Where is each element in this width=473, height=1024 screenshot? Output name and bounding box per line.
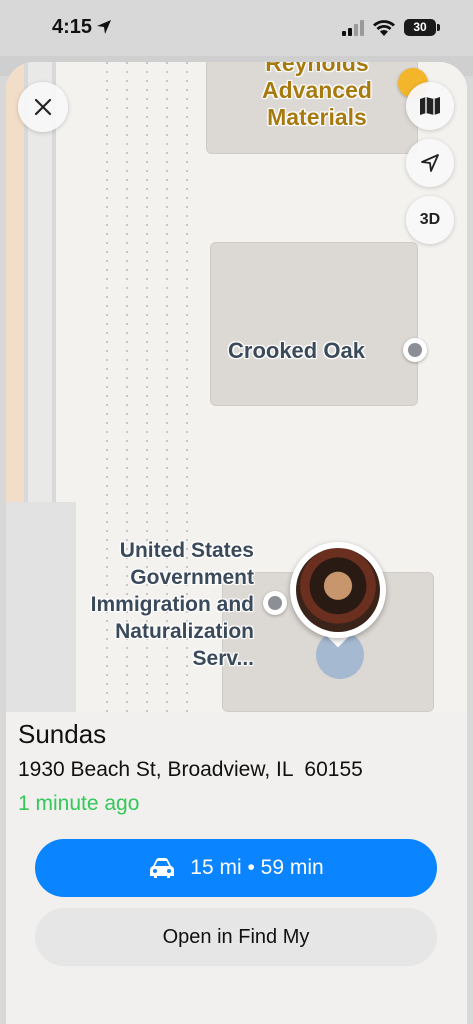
address: 1930 Beach St, Broadview, IL 60155: [18, 758, 363, 781]
map-icon: [420, 97, 440, 115]
directions-button[interactable]: 15 mi • 59 min: [35, 839, 437, 897]
open-in-find-my-button[interactable]: Open in Find My: [35, 908, 437, 966]
battery-nub: [437, 24, 440, 31]
person-name: Sundas: [18, 719, 107, 749]
map-mode-button[interactable]: [406, 82, 454, 130]
map-area-peach: [6, 62, 24, 502]
wifi-icon: [373, 20, 395, 36]
location-arrow-icon: [97, 20, 111, 34]
last-updated: 1 minute ago: [18, 792, 140, 815]
close-button[interactable]: [18, 82, 68, 132]
3d-button-label: 3D: [419, 211, 441, 228]
close-icon: [34, 98, 52, 116]
avatar[interactable]: [296, 548, 380, 632]
map-view[interactable]: Reynolds Advanced Materials Crooked Oak …: [6, 62, 467, 712]
directions-label: 15 mi • 59 min: [190, 856, 324, 879]
info-panel: Sundas 1930 Beach St, Broadview, IL 6015…: [6, 712, 467, 1024]
car-icon: [150, 858, 175, 878]
current-location-button[interactable]: [406, 139, 454, 187]
map-label-uscis[interactable]: United States Government Immigration and…: [44, 537, 254, 672]
map-label-crooked-oak[interactable]: Crooked Oak: [228, 338, 365, 364]
status-bar: 4:15 30: [0, 0, 473, 56]
status-time: 4:15: [52, 16, 93, 38]
battery-icon: 30: [404, 19, 436, 36]
open-in-find-my-label: Open in Find My: [162, 925, 310, 948]
map-label-reynolds[interactable]: Reynolds Advanced Materials: [262, 62, 372, 131]
map-building: [210, 242, 418, 406]
signal-icon: [342, 20, 364, 36]
poi-uscis-icon[interactable]: [263, 591, 287, 615]
location-sheet: Reynolds Advanced Materials Crooked Oak …: [6, 62, 467, 1024]
3d-button[interactable]: 3D: [406, 196, 454, 244]
location-icon: [421, 154, 439, 172]
poi-crooked-oak-icon[interactable]: [403, 338, 427, 362]
